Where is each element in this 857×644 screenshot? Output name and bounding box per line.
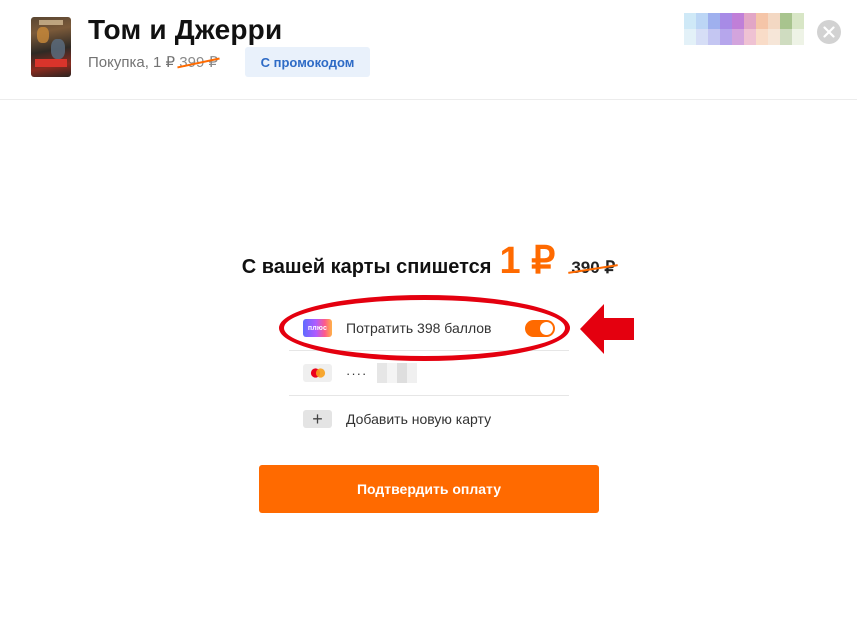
charge-old-price: 390 ₽ bbox=[571, 258, 616, 277]
avatar-pixel bbox=[768, 13, 780, 29]
avatar-pixel bbox=[744, 29, 756, 45]
avatar-pixel bbox=[708, 29, 720, 45]
card-digit-pixel bbox=[377, 363, 388, 383]
avatar-pixel bbox=[696, 29, 708, 45]
avatar-pixel bbox=[720, 13, 732, 29]
avatar-pixel bbox=[792, 29, 804, 45]
avatar-pixel bbox=[684, 13, 696, 29]
avatar-pixel bbox=[768, 29, 780, 45]
card-number-digits bbox=[377, 363, 418, 383]
close-button[interactable] bbox=[817, 20, 841, 44]
charge-price: 1 ₽ bbox=[499, 240, 556, 282]
avatar-pixel bbox=[792, 13, 804, 29]
avatar-pixel bbox=[732, 29, 744, 45]
card-digit-pixel bbox=[397, 363, 408, 383]
arrow-left-icon bbox=[580, 304, 634, 354]
purchase-summary: Покупка, 1 ₽ 399 ₽ bbox=[88, 53, 218, 71]
avatar-pixel bbox=[684, 29, 696, 45]
modal-header: Том и Джерри Покупка, 1 ₽ 399 ₽ С промок… bbox=[0, 0, 857, 100]
spend-points-toggle[interactable] bbox=[525, 320, 555, 337]
charge-text: С вашей карты спишется bbox=[241, 256, 492, 278]
add-card-label: Добавить новую карту bbox=[346, 410, 492, 427]
spend-points-row[interactable]: плюс Потратить 398 баллов bbox=[289, 306, 569, 351]
card-digit-pixel bbox=[407, 363, 418, 383]
spend-points-label: Потратить 398 баллов bbox=[346, 320, 492, 336]
promo-code-button[interactable]: С промокодом bbox=[245, 47, 370, 77]
plus-icon: + bbox=[303, 409, 332, 428]
add-card-row[interactable]: + Добавить новую карту bbox=[289, 396, 569, 441]
avatar-pixel bbox=[780, 29, 792, 45]
avatar-pixel bbox=[696, 13, 708, 29]
close-icon bbox=[823, 26, 835, 38]
payment-methods-list: плюс Потратить 398 баллов ···· + Добавит… bbox=[289, 306, 569, 441]
avatar-pixel bbox=[780, 13, 792, 29]
mastercard-icon bbox=[303, 364, 332, 382]
avatar-pixel bbox=[732, 13, 744, 29]
confirm-payment-button[interactable]: Подтвердить оплату bbox=[259, 465, 599, 513]
card-digit-pixel bbox=[387, 363, 398, 383]
card-number-mask: ···· bbox=[346, 365, 368, 381]
purchase-old-price: 399 ₽ bbox=[179, 54, 219, 71]
plus-points-icon: плюс bbox=[303, 319, 332, 337]
purchase-price: Покупка, 1 ₽ bbox=[88, 54, 176, 71]
avatar-pixel bbox=[756, 13, 768, 29]
saved-card-row[interactable]: ···· bbox=[289, 351, 569, 396]
avatar-pixel bbox=[708, 13, 720, 29]
avatar-pixel bbox=[756, 29, 768, 45]
payment-modal: Том и Джерри Покупка, 1 ₽ 399 ₽ С промок… bbox=[0, 0, 857, 644]
charge-summary: С вашей карты спишется 1 ₽ 390 ₽ bbox=[0, 238, 857, 283]
avatar-pixel bbox=[744, 13, 756, 29]
movie-poster-image bbox=[31, 17, 71, 77]
movie-title: Том и Джерри bbox=[88, 14, 283, 45]
avatar-pixel bbox=[720, 29, 732, 45]
user-avatar[interactable] bbox=[684, 13, 804, 45]
